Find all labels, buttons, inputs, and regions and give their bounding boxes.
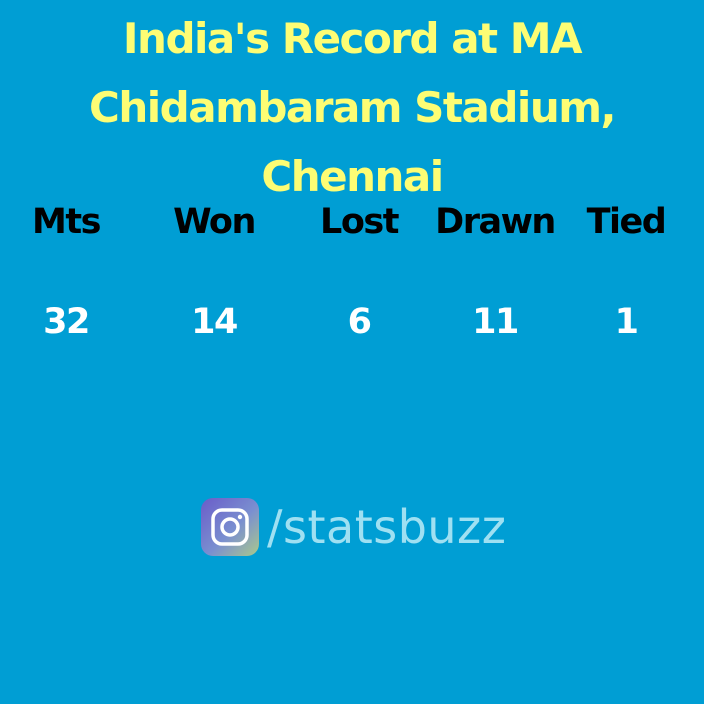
header-lost: Lost — [320, 202, 399, 242]
value-matches: 32 — [43, 302, 90, 342]
header-tied: Tied — [586, 202, 667, 242]
title-line-1: India's Record at MA — [122, 14, 583, 63]
value-lost: 6 — [347, 302, 372, 342]
value-won: 14 — [191, 302, 238, 342]
stats-header-row: Mts Won Lost Drawn Tied — [0, 198, 704, 248]
brand-watermark: /statsbuzz — [201, 498, 506, 556]
header-drawn: Drawn — [435, 202, 556, 242]
brand-handle: /statsbuzz — [267, 500, 507, 554]
stats-value-row: 32 14 6 11 1 — [0, 298, 704, 348]
page-title: India's Record at MA Chidambaram Stadium… — [40, 4, 664, 211]
title-line-2: Chidambaram Stadium, — [89, 83, 616, 132]
header-won: Won — [173, 202, 256, 242]
instagram-icon — [201, 498, 259, 556]
value-tied: 1 — [614, 302, 639, 342]
header-matches: Mts — [32, 202, 101, 242]
value-drawn: 11 — [472, 302, 519, 342]
